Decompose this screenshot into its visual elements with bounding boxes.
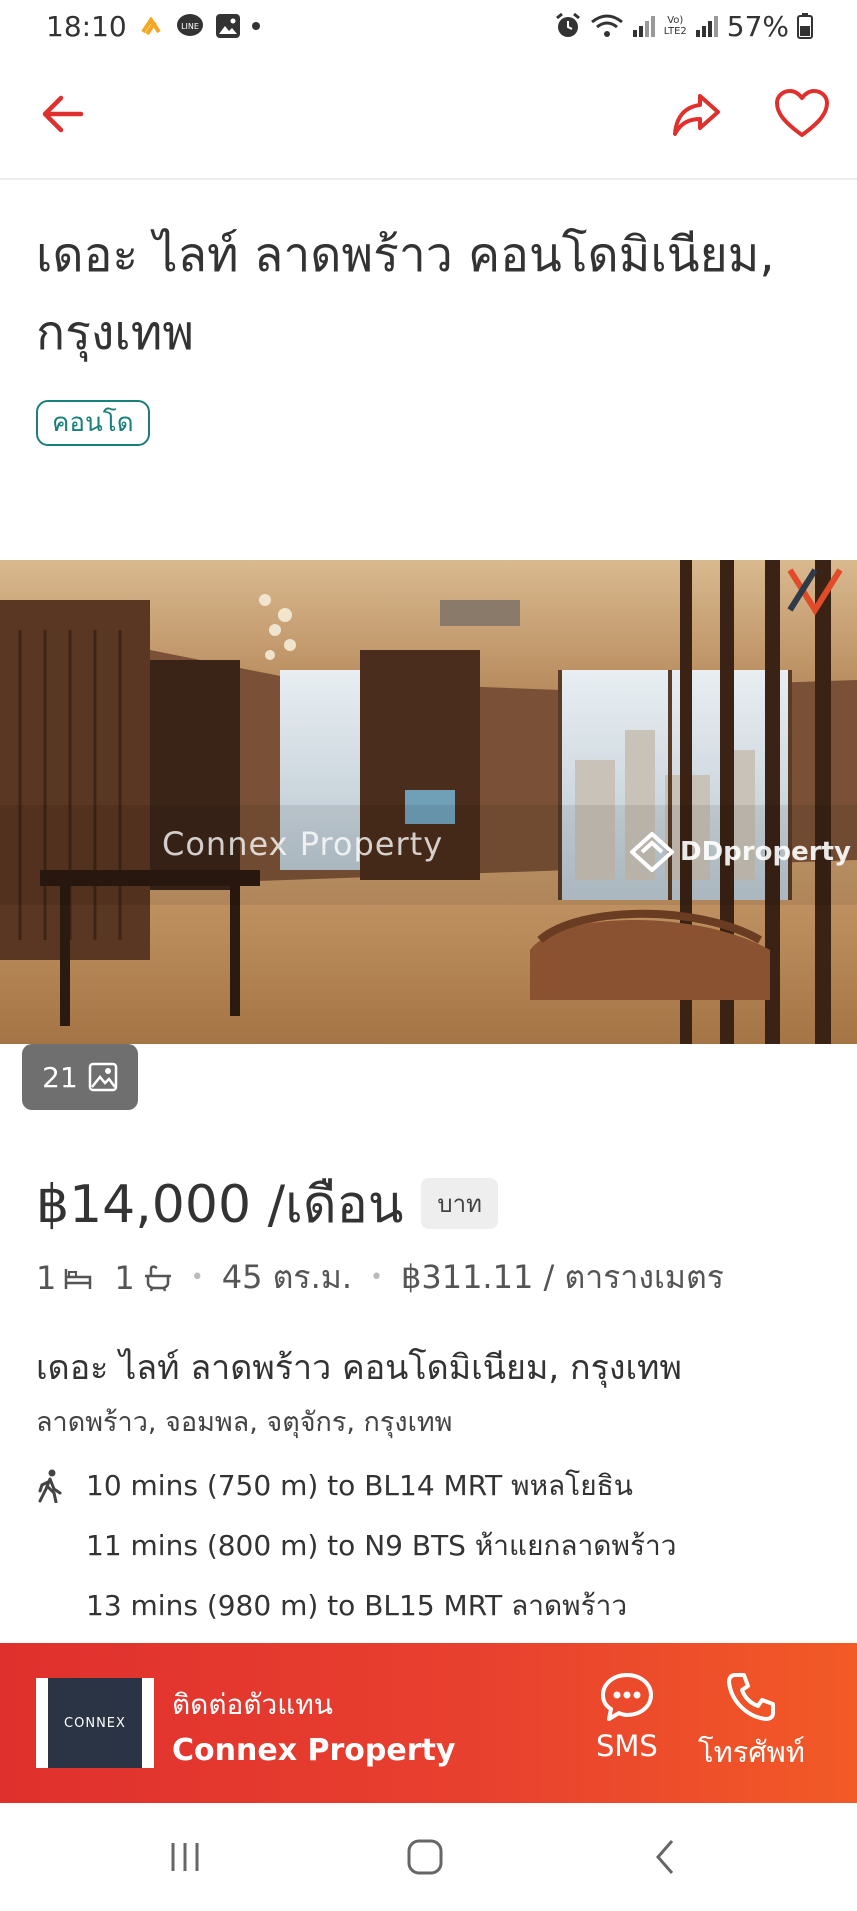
- line-icon: LINE: [175, 12, 205, 40]
- listing-title: เดอะ ไลท์ ลาดพร้าว คอนโดมิเนียม, กรุงเทพ: [36, 227, 775, 361]
- network-label: LTE2: [663, 26, 687, 37]
- transit-list: 10 mins (750 m) to BL14 MRT พหลโยธิน 11 …: [36, 1456, 826, 1636]
- image-icon: [88, 1062, 118, 1092]
- status-time: 18:10: [46, 9, 127, 43]
- separator-dot: •: [370, 1265, 383, 1290]
- monthly-price: ฿14,000 /เดือน: [36, 1175, 404, 1235]
- sms-button[interactable]: SMS: [596, 1671, 658, 1763]
- transit-text: 11 mins (800 m) to N9 BTS ห้าแยกลาดพร้าว: [86, 1529, 677, 1562]
- price-per-area: ฿311.11 / ตารางเมตร: [400, 1258, 724, 1296]
- separator-dot: •: [190, 1265, 204, 1290]
- more-notifications-icon: [251, 21, 261, 31]
- property-type-badge: คอนโด: [36, 400, 150, 446]
- location-text: ลาดพร้าว, จอมพล, จตุจักร, กรุงเทพ: [36, 1407, 453, 1438]
- agent-name: Connex Property: [172, 1733, 456, 1768]
- volte-label: Vo): [667, 15, 684, 26]
- chat-bubble-icon: [600, 1673, 653, 1721]
- agent-logo[interactable]: CONNEX: [36, 1678, 154, 1768]
- connex-watermark: Connex Property: [162, 825, 444, 863]
- bathtub-icon: [144, 1264, 171, 1291]
- signal-icon: [632, 14, 656, 38]
- recent-apps-button[interactable]: [150, 1825, 220, 1889]
- home-icon: [407, 1839, 443, 1875]
- transit-item: 10 mins (750 m) to BL14 MRT พหลโยธิน: [36, 1456, 826, 1516]
- battery-percent: 57%: [726, 9, 789, 43]
- volte-icon: Vo) LTE2: [664, 15, 687, 37]
- gallery-icon: [215, 13, 241, 39]
- ddproperty-watermark-text: DDproperty: [680, 837, 851, 867]
- app-notification-icon: [137, 12, 165, 40]
- agent-logo-text: CONNEX: [64, 1715, 126, 1731]
- svg-text:LINE: LINE: [181, 22, 199, 31]
- walking-icon: [36, 1469, 86, 1503]
- listing-photo[interactable]: Connex Property DDproperty: [0, 560, 857, 1044]
- back-nav-button[interactable]: [630, 1825, 700, 1889]
- alarm-icon: [554, 12, 582, 40]
- share-button[interactable]: [660, 78, 732, 150]
- project-name-link[interactable]: เดอะ ไลท์ ลาดพร้าว คอนโดมิเนียม, กรุงเทพ: [36, 1340, 682, 1394]
- agent-logo-mark: CONNEX: [48, 1678, 142, 1768]
- recent-apps-icon: [171, 1843, 199, 1871]
- sms-label: SMS: [596, 1729, 658, 1763]
- currency-chip: บาท: [421, 1178, 498, 1229]
- share-icon: [673, 94, 720, 136]
- ddproperty-logo-icon: [630, 832, 674, 872]
- app-bar: [0, 52, 857, 180]
- contact-agent-info[interactable]: ติดต่อตัวแทน Connex Property: [172, 1683, 455, 1768]
- phone-icon: [727, 1673, 776, 1721]
- photo-count-button[interactable]: 21: [22, 1044, 138, 1110]
- transit-item: 11 mins (800 m) to N9 BTS ห้าแยกลาดพร้าว: [36, 1516, 826, 1576]
- photo-count-label: 21: [42, 1060, 78, 1094]
- home-button[interactable]: [390, 1825, 460, 1889]
- property-specs: 1 1 • 45 ตร.ม. • ฿311.11 / ตารางเมตร: [36, 1252, 724, 1303]
- ddproperty-watermark: DDproperty: [630, 832, 851, 872]
- call-label: โทรศัพท์: [698, 1735, 805, 1769]
- battery-icon: [797, 13, 813, 39]
- area-size: 45 ตร.ม.: [221, 1258, 352, 1296]
- room-photo-image: [0, 560, 857, 1044]
- heart-icon: [775, 89, 829, 137]
- contact-agent-label: ติดต่อตัวแทน: [172, 1688, 333, 1721]
- back-button[interactable]: [26, 78, 98, 150]
- favorite-button[interactable]: [766, 78, 838, 150]
- transit-text: 13 mins (980 m) to BL15 MRT ลาดพร้าว: [86, 1589, 628, 1622]
- transit-item: 13 mins (980 m) to BL15 MRT ลาดพร้าว: [36, 1576, 826, 1636]
- chevron-left-icon: [656, 1840, 674, 1874]
- contact-agent-bar: CONNEX ติดต่อตัวแทน Connex Property SMS …: [0, 1643, 857, 1803]
- arrow-left-icon: [42, 95, 84, 133]
- transit-text: 10 mins (750 m) to BL14 MRT พหลโยธิน: [86, 1469, 633, 1502]
- call-button[interactable]: โทรศัพท์: [698, 1671, 805, 1775]
- bathroom-count: 1: [114, 1258, 135, 1297]
- price-row: ฿14,000 /เดือน บาท: [36, 1162, 498, 1245]
- status-bar: 18:10 LINE Vo) LTE2 57%: [0, 0, 857, 52]
- signal-icon-2: [695, 14, 719, 38]
- wifi-icon: [590, 13, 624, 39]
- system-nav-bar: [0, 1803, 857, 1911]
- bedroom-count: 1: [36, 1258, 57, 1297]
- bed-icon: [65, 1268, 92, 1289]
